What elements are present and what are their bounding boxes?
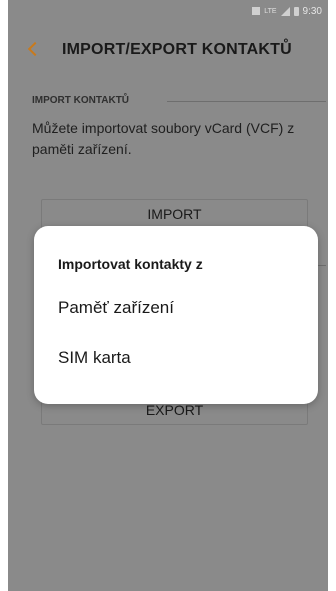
battery-icon: [293, 6, 299, 16]
dialog-title: Importovat kontakty z: [58, 256, 203, 272]
import-section-header: IMPORT KONTAKTŮ: [32, 95, 130, 106]
status-bar: LTE 9:30: [8, 0, 328, 22]
section-divider: [167, 101, 326, 102]
option-sim-card[interactable]: SIM karta: [58, 338, 298, 378]
lte-indicator: LTE: [264, 7, 277, 15]
signal-icon: [280, 6, 290, 16]
phone-screen: LTE 9:30 IMPORT/EXPORT KONTAKTŮ IMPORT K…: [8, 0, 328, 591]
import-source-dialog: Importovat kontakty z Paměť zařízení SIM…: [34, 226, 318, 404]
app-header: IMPORT/EXPORT KONTAKTŮ: [8, 32, 328, 68]
page-title: IMPORT/EXPORT KONTAKTŮ: [62, 41, 292, 58]
nfc-icon: [252, 7, 261, 15]
status-time: 9:30: [302, 5, 322, 17]
option-device-memory[interactable]: Paměť zařízení: [58, 288, 298, 328]
import-button[interactable]: IMPORT: [41, 199, 308, 229]
back-arrow-icon[interactable]: [27, 41, 43, 57]
import-description: Můžete importovat soubory vCard (VCF) z …: [32, 120, 295, 157]
